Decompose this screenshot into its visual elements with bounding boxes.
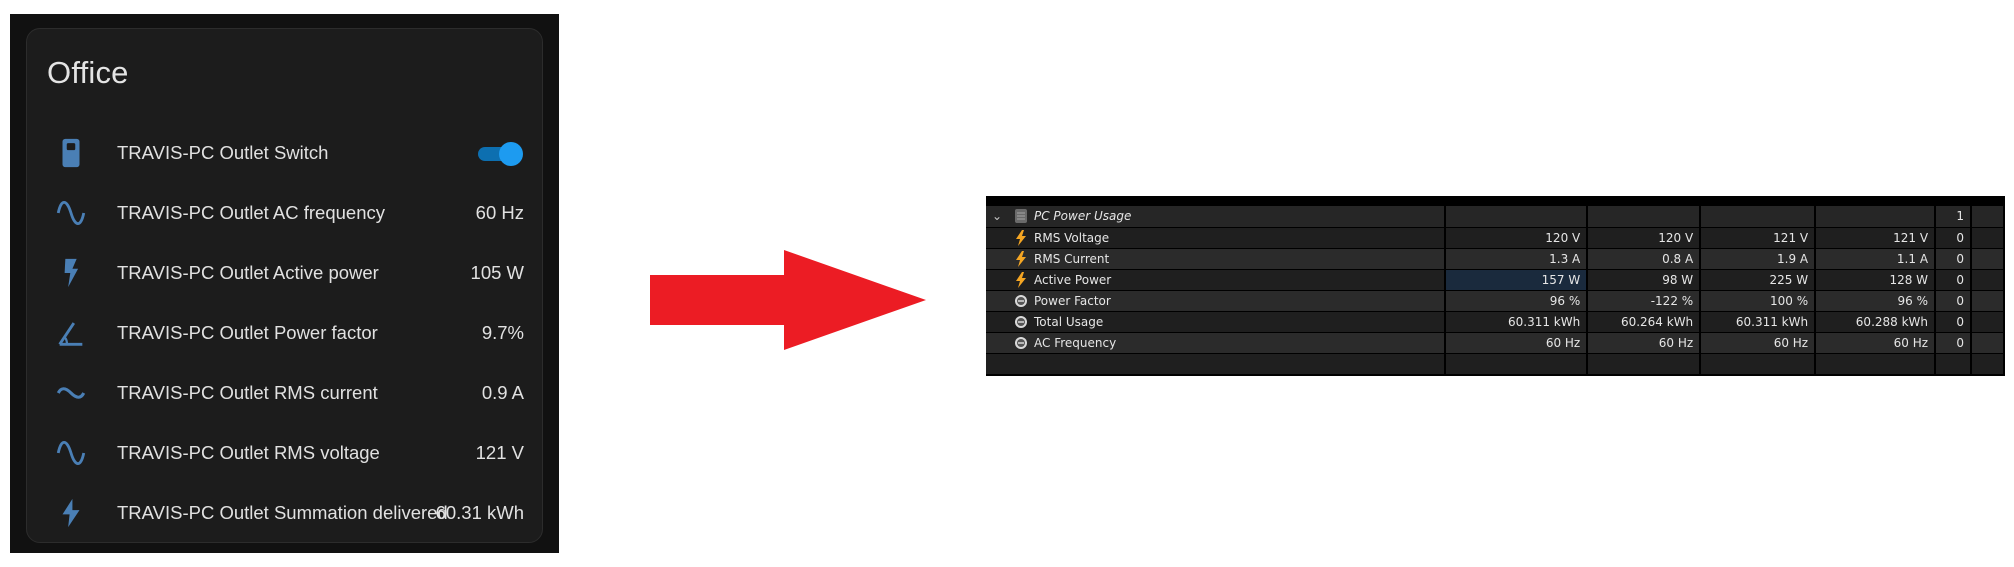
entity-label: TRAVIS-PC Outlet AC frequency xyxy=(117,202,386,223)
sine-wave-icon xyxy=(53,195,89,231)
home-assistant-panel: Office TRAVIS-PC Outlet Switch TRAVIS-PC… xyxy=(10,14,559,553)
gauge-icon xyxy=(1014,293,1028,309)
current-value: 60.311 kWh xyxy=(1445,311,1589,333)
average-value: 60.288 kWh xyxy=(1815,311,1937,333)
outlet-toggle-switch[interactable] xyxy=(476,142,523,166)
current-ac-icon xyxy=(53,375,89,411)
entity-value: 121 V xyxy=(475,442,524,463)
count-value: 0 xyxy=(1935,311,1972,333)
maximum-value: 121 V xyxy=(1700,227,1817,249)
entity-label: TRAVIS-PC Outlet Switch xyxy=(117,142,329,163)
sensor-label: RMS Current xyxy=(1034,251,1110,266)
entity-row-rms-voltage[interactable]: TRAVIS-PC Outlet RMS voltage 121 V xyxy=(27,423,544,483)
sensor-label: Active Power xyxy=(1034,272,1112,287)
chevron-down-icon[interactable]: ⌄ xyxy=(992,209,1008,223)
entity-label: TRAVIS-PC Outlet Active power xyxy=(117,262,379,283)
entity-row-summation-delivered[interactable]: TRAVIS-PC Outlet Summation delivered 60.… xyxy=(27,483,544,543)
gauge-icon xyxy=(1014,314,1028,330)
office-card: Office TRAVIS-PC Outlet Switch TRAVIS-PC… xyxy=(26,28,543,543)
group-count-cell: 1 xyxy=(1935,206,1972,228)
sensor-name-cell: RMS Voltage xyxy=(986,227,1447,249)
lightning-bolt-icon xyxy=(1014,229,1028,246)
sensor-row-active-power[interactable]: Active Power 157 W 98 W 225 W 128 W 0 xyxy=(986,269,2005,291)
current-value-selected[interactable]: 157 W xyxy=(1445,269,1589,291)
maximum-value: 60 Hz xyxy=(1700,332,1817,354)
empty-row xyxy=(986,353,2005,375)
sensor-name-cell: RMS Current xyxy=(986,248,1447,270)
sensor-table-panel: ⌄ PC Power Usage 1 RMS Voltage 120 V 120… xyxy=(986,196,2005,376)
maximum-value: 60.311 kWh xyxy=(1700,311,1817,333)
entity-value: 0.9 A xyxy=(481,382,524,403)
current-value: 60 Hz xyxy=(1445,332,1589,354)
lightning-bolt-icon xyxy=(1014,250,1028,267)
gauge-icon xyxy=(1014,335,1028,351)
outlet-switch-icon xyxy=(53,135,89,171)
count-value: 0 xyxy=(1935,332,1972,354)
average-value: 1.1 A xyxy=(1815,248,1937,270)
count-value: 0 xyxy=(1935,248,1972,270)
maximum-value: 225 W xyxy=(1700,269,1817,291)
sensor-name-cell: Active Power xyxy=(986,269,1447,291)
entity-value: 60 Hz xyxy=(475,202,524,223)
count-value: 0 xyxy=(1935,269,1972,291)
sensor-label: Total Usage xyxy=(1034,314,1104,329)
count-value: 0 xyxy=(1935,227,1972,249)
entity-value: 60.31 kWh xyxy=(435,502,524,523)
sensor-name-cell: Total Usage xyxy=(986,311,1447,333)
toggle-thumb xyxy=(499,142,523,166)
minimum-value: 98 W xyxy=(1587,269,1702,291)
lightning-bolt-icon xyxy=(1014,271,1028,288)
device-stack-icon xyxy=(1014,208,1028,224)
entity-label: TRAVIS-PC Outlet RMS current xyxy=(117,382,378,403)
sensor-table: ⌄ PC Power Usage 1 RMS Voltage 120 V 120… xyxy=(986,206,2005,375)
average-value: 96 % xyxy=(1815,290,1937,312)
sensor-label: AC Frequency xyxy=(1034,335,1117,350)
average-value: 121 V xyxy=(1815,227,1937,249)
flash-icon xyxy=(53,255,89,291)
minimum-value: 60.264 kWh xyxy=(1587,311,1702,333)
sensor-row-total-usage[interactable]: Total Usage 60.311 kWh 60.264 kWh 60.311… xyxy=(986,311,2005,333)
entity-row-active-power[interactable]: TRAVIS-PC Outlet Active power 105 W xyxy=(27,243,544,303)
minimum-value: 0.8 A xyxy=(1587,248,1702,270)
sensor-row-ac-frequency[interactable]: AC Frequency 60 Hz 60 Hz 60 Hz 60 Hz 0 xyxy=(986,332,2005,354)
count-value: 0 xyxy=(1935,290,1972,312)
entity-row-power-factor[interactable]: TRAVIS-PC Outlet Power factor 9.7% xyxy=(27,303,544,363)
maximum-value: 100 % xyxy=(1700,290,1817,312)
average-value: 60 Hz xyxy=(1815,332,1937,354)
sensor-label: Power Factor xyxy=(1034,293,1111,308)
lightning-bolt-icon xyxy=(53,495,89,531)
sensor-name-cell: Power Factor xyxy=(986,290,1447,312)
sensor-label: RMS Voltage xyxy=(1034,230,1110,245)
group-name-cell[interactable]: ⌄ PC Power Usage xyxy=(986,206,1447,228)
current-value: 1.3 A xyxy=(1445,248,1589,270)
sensor-group-row[interactable]: ⌄ PC Power Usage 1 xyxy=(986,206,2005,228)
sine-wave-icon xyxy=(53,435,89,471)
sensor-name-cell: AC Frequency xyxy=(986,332,1447,354)
entity-label: TRAVIS-PC Outlet Summation delivered xyxy=(117,502,448,523)
entity-value: 105 W xyxy=(470,262,524,283)
current-value: 96 % xyxy=(1445,290,1589,312)
minimum-value: 120 V xyxy=(1587,227,1702,249)
maximum-value: 1.9 A xyxy=(1700,248,1817,270)
entity-row-rms-current[interactable]: TRAVIS-PC Outlet RMS current 0.9 A xyxy=(27,363,544,423)
entity-label: TRAVIS-PC Outlet Power factor xyxy=(117,322,378,343)
sensor-row-rms-current[interactable]: RMS Current 1.3 A 0.8 A 1.9 A 1.1 A 0 xyxy=(986,248,2005,270)
current-value: 120 V xyxy=(1445,227,1589,249)
entity-value: 9.7% xyxy=(481,322,524,343)
entity-row-ac-frequency[interactable]: TRAVIS-PC Outlet AC frequency 60 Hz xyxy=(27,183,544,243)
group-label: PC Power Usage xyxy=(1034,209,1132,224)
minimum-value: 60 Hz xyxy=(1587,332,1702,354)
entity-row-outlet-switch[interactable]: TRAVIS-PC Outlet Switch xyxy=(27,123,544,183)
average-value: 128 W xyxy=(1815,269,1937,291)
right-arrow-icon xyxy=(650,250,926,350)
card-title: Office xyxy=(47,55,129,90)
entity-label: TRAVIS-PC Outlet RMS voltage xyxy=(117,442,380,463)
sensor-row-power-factor[interactable]: Power Factor 96 % -122 % 100 % 96 % 0 xyxy=(986,290,2005,312)
minimum-value: -122 % xyxy=(1587,290,1702,312)
angle-icon xyxy=(53,315,89,351)
sensor-row-rms-voltage[interactable]: RMS Voltage 120 V 120 V 121 V 121 V 0 xyxy=(986,227,2005,249)
